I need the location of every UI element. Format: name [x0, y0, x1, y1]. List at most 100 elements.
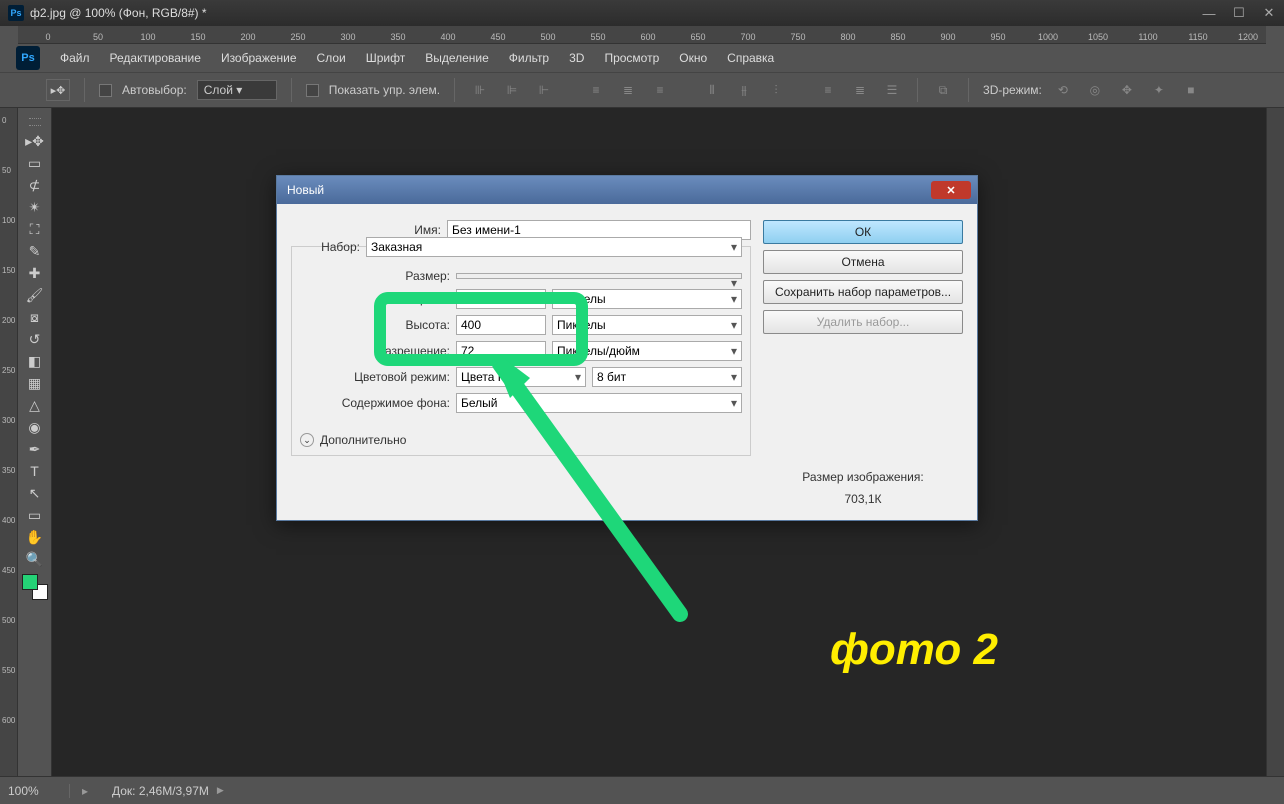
- stamp-tool[interactable]: ⧇: [21, 306, 49, 328]
- status-bar: 100% ▸ Док: 2,46М/3,97М ▶: [0, 776, 1284, 804]
- window-title: ф2.jpg @ 100% (Фон, RGB/8#) *: [30, 6, 207, 20]
- bits-dropdown[interactable]: 8 бит: [592, 367, 742, 387]
- close-window-button[interactable]: ✕: [1254, 3, 1284, 23]
- 3d-icon-5[interactable]: ■: [1180, 79, 1202, 101]
- size-dropdown: [456, 273, 742, 279]
- ruler-horizontal: 0501001502002503003504004505005506006507…: [18, 26, 1266, 44]
- path-tool[interactable]: ↖: [21, 482, 49, 504]
- save-preset-button[interactable]: Сохранить набор параметров...: [763, 280, 963, 304]
- 3d-icon-1[interactable]: ⟲: [1052, 79, 1074, 101]
- menu-файл[interactable]: Файл: [50, 47, 100, 69]
- status-chevron-icon[interactable]: ▶: [217, 785, 224, 796]
- menu-окно[interactable]: Окно: [669, 47, 717, 69]
- gradient-tool[interactable]: ▦: [21, 372, 49, 394]
- advanced-toggle[interactable]: ⌄ Дополнительно: [300, 433, 742, 447]
- dialog-titlebar[interactable]: Новый ✕: [277, 176, 977, 204]
- eyedropper-tool[interactable]: ✎: [21, 240, 49, 262]
- dodge-tool[interactable]: ◉: [21, 416, 49, 438]
- status-icon[interactable]: ▸: [70, 784, 100, 798]
- width-unit-dropdown[interactable]: Пикселы: [552, 289, 742, 309]
- 3d-icon-4[interactable]: ✦: [1148, 79, 1170, 101]
- menu-выделение[interactable]: Выделение: [415, 47, 499, 69]
- show-controls-checkbox[interactable]: [306, 84, 319, 97]
- dist-icon-6[interactable]: ☰: [881, 79, 903, 101]
- resolution-input[interactable]: [456, 341, 546, 361]
- menu-изображение[interactable]: Изображение: [211, 47, 307, 69]
- annotation-text: фото 2: [830, 625, 998, 675]
- hand-tool[interactable]: ✋: [21, 526, 49, 548]
- tool-indicator[interactable]: ▸✥: [46, 79, 70, 101]
- resolution-label: Разрешение:: [300, 344, 450, 358]
- dist-icon-4[interactable]: ≡: [817, 79, 839, 101]
- pen-tool[interactable]: ✒: [21, 438, 49, 460]
- preset-label: Набор:: [300, 240, 360, 254]
- dist-icon-3[interactable]: ⫶: [765, 79, 787, 101]
- align-icon-6[interactable]: ≡: [649, 79, 671, 101]
- height-input[interactable]: [456, 315, 546, 335]
- dialog-close-button[interactable]: ✕: [931, 181, 971, 199]
- foreground-color[interactable]: [22, 574, 38, 590]
- crop-tool[interactable]: ⛶: [21, 218, 49, 240]
- menu-3d[interactable]: 3D: [559, 47, 594, 69]
- align-icon-5[interactable]: ≣: [617, 79, 639, 101]
- ruler-vertical: 050100150200250300350400450500550600: [0, 108, 18, 776]
- imagesize-label: Размер изображения:: [763, 470, 963, 484]
- height-unit-dropdown[interactable]: Пикселы: [552, 315, 742, 335]
- auto-align-icon[interactable]: ⧉: [932, 79, 954, 101]
- resolution-unit-dropdown[interactable]: Пикселы/дюйм: [552, 341, 742, 361]
- delete-preset-button: Удалить набор...: [763, 310, 963, 334]
- align-icon-1[interactable]: ⊪: [469, 79, 491, 101]
- shape-tool[interactable]: ▭: [21, 504, 49, 526]
- blur-tool[interactable]: △: [21, 394, 49, 416]
- preset-dropdown[interactable]: Заказная: [366, 237, 742, 257]
- autoselect-checkbox[interactable]: [99, 84, 112, 97]
- colormode-label: Цветовой режим:: [300, 370, 450, 384]
- menu-слои[interactable]: Слои: [307, 47, 356, 69]
- width-label: Ширина:: [300, 292, 450, 306]
- dist-icon-2[interactable]: ⫵: [733, 79, 755, 101]
- move-tool[interactable]: ▸✥: [21, 130, 49, 152]
- dist-icon-1[interactable]: ⫴: [701, 79, 723, 101]
- history-brush-tool[interactable]: ↺: [21, 328, 49, 350]
- eraser-tool[interactable]: ◧: [21, 350, 49, 372]
- heal-tool[interactable]: ✚: [21, 262, 49, 284]
- align-icon-2[interactable]: ⊫: [501, 79, 523, 101]
- marquee-tool[interactable]: ▭: [21, 152, 49, 174]
- options-bar: ▸✥ Автовыбор: Слой ▾ Показать упр. элем.…: [0, 72, 1284, 108]
- bgcontent-label: Содержимое фона:: [300, 396, 450, 410]
- dialog-title: Новый: [287, 183, 324, 197]
- mode3d-label: 3D-режим:: [983, 83, 1042, 97]
- brush-tool[interactable]: 🖌: [21, 284, 49, 306]
- dist-icon-5[interactable]: ≣: [849, 79, 871, 101]
- color-swatch[interactable]: [22, 574, 48, 600]
- menu-справка[interactable]: Справка: [717, 47, 784, 69]
- right-ruler-gutter: [1266, 108, 1284, 776]
- colormode-dropdown[interactable]: Цвета RGB: [456, 367, 586, 387]
- 3d-icon-2[interactable]: ◎: [1084, 79, 1106, 101]
- ps-logo-icon: Ps: [16, 46, 40, 70]
- ok-button[interactable]: ОК: [763, 220, 963, 244]
- menu-фильтр[interactable]: Фильтр: [499, 47, 559, 69]
- zoom-level[interactable]: 100%: [0, 784, 70, 798]
- layer-dropdown[interactable]: Слой ▾: [197, 80, 277, 100]
- maximize-button[interactable]: ☐: [1224, 3, 1254, 23]
- app-badge-icon: Ps: [8, 5, 24, 21]
- 3d-icon-3[interactable]: ✥: [1116, 79, 1138, 101]
- align-icon-3[interactable]: ⊩: [533, 79, 555, 101]
- bgcontent-dropdown[interactable]: Белый: [456, 393, 742, 413]
- toolbox-grip-icon[interactable]: [29, 118, 41, 126]
- menu-шрифт[interactable]: Шрифт: [356, 47, 415, 69]
- menu-просмотр[interactable]: Просмотр: [594, 47, 669, 69]
- cancel-button[interactable]: Отмена: [763, 250, 963, 274]
- minimize-button[interactable]: —: [1194, 3, 1224, 23]
- lasso-tool[interactable]: ⊄: [21, 174, 49, 196]
- width-input[interactable]: [456, 289, 546, 309]
- menu-редактирование[interactable]: Редактирование: [100, 47, 211, 69]
- name-label: Имя:: [291, 223, 441, 237]
- type-tool[interactable]: T: [21, 460, 49, 482]
- wand-tool[interactable]: ✴: [21, 196, 49, 218]
- size-label: Размер:: [300, 269, 450, 283]
- align-icon-4[interactable]: ≡: [585, 79, 607, 101]
- zoom-tool[interactable]: 🔍: [21, 548, 49, 570]
- chevron-down-icon: ⌄: [300, 433, 314, 447]
